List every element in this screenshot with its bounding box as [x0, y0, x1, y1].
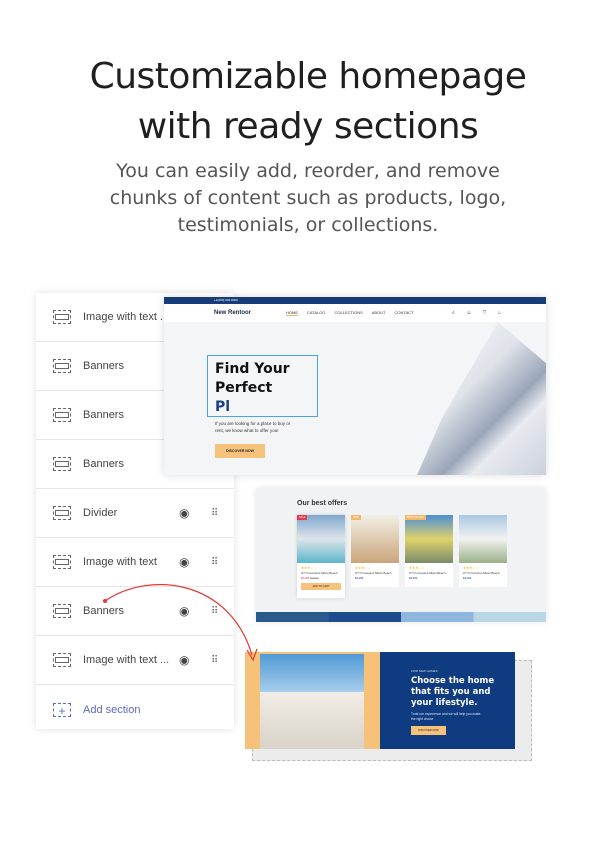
drag-arrow-icon [103, 583, 258, 662]
